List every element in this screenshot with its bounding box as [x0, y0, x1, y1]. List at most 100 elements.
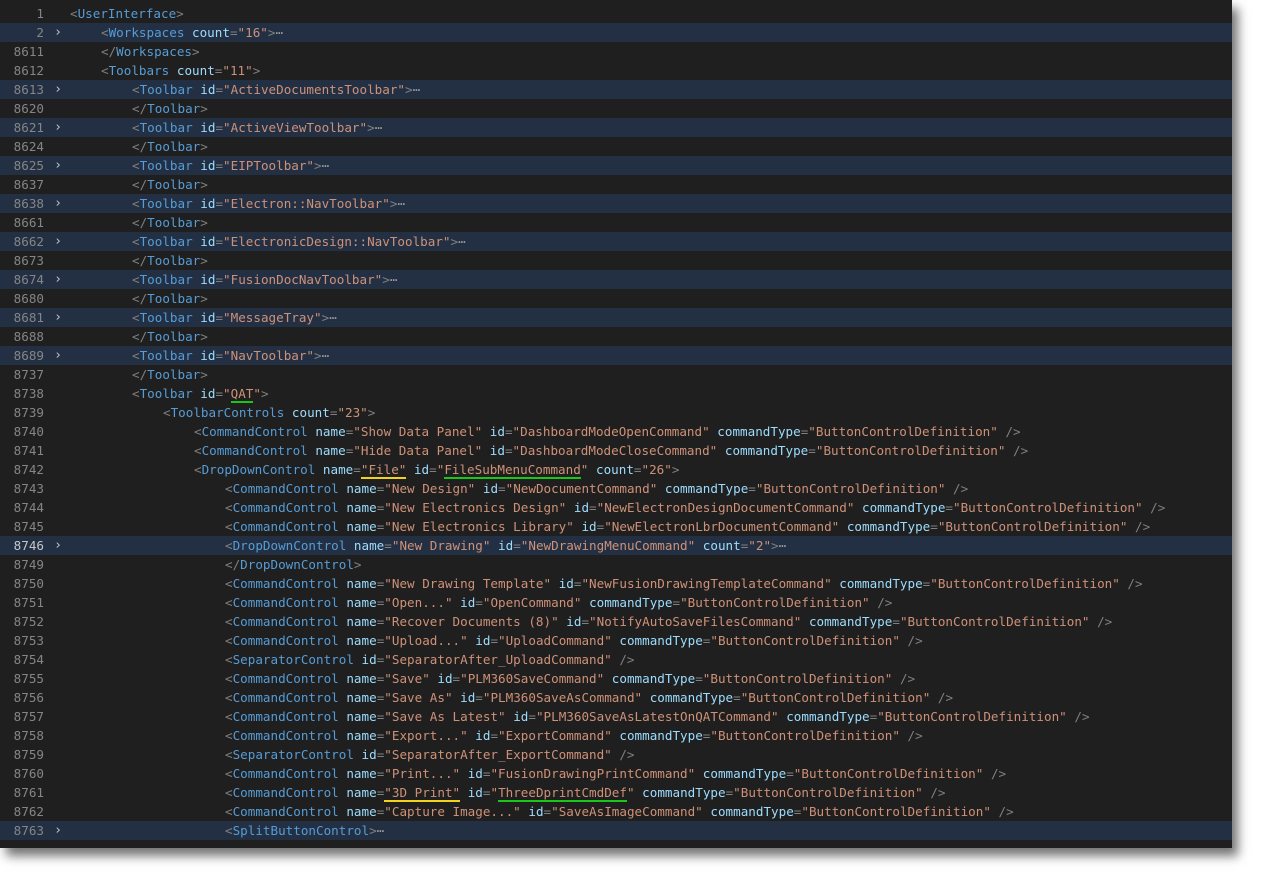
code-text: <CommandControl name="Export..." id="Exp…: [225, 726, 923, 745]
folded-ellipsis[interactable]: ⋯: [275, 25, 283, 40]
code-line[interactable]: 8749 </DropDownControl>: [0, 555, 1232, 574]
folded-ellipsis[interactable]: ⋯: [377, 823, 385, 838]
code-line[interactable]: 8756 <CommandControl name="Save As" id="P…: [0, 688, 1232, 707]
code-text: <CommandControl name="New Design" id="Ne…: [225, 479, 968, 498]
chevron-right-icon[interactable]: ›: [51, 118, 65, 137]
attribute-value: "ActiveViewToolbar": [223, 120, 368, 135]
code-line[interactable]: 8762 <CommandControl name = "Capture Image.…: [0, 802, 1232, 821]
chevron-right-icon[interactable]: ›: [51, 194, 65, 213]
code-line[interactable]: 8750 <CommandControl name="New Drawing Te…: [0, 574, 1232, 593]
code-line[interactable]: 8742 <DropDownControl name="File" id="Fil…: [0, 460, 1232, 479]
code-line[interactable]: 8624 </Toolbar>: [0, 137, 1232, 156]
attribute-name: name: [346, 671, 377, 686]
attribute-name: commandType: [808, 614, 893, 629]
attribute-value: "NewElectronLbrDocumentCommand": [604, 519, 840, 534]
punctuation: <: [132, 272, 140, 287]
code-line[interactable]: 8745 <CommandControl name = "New Electronic…: [0, 517, 1232, 536]
chevron-right-icon[interactable]: ›: [51, 80, 65, 99]
code-line[interactable]: 8688 </Toolbar>: [0, 327, 1232, 346]
folded-ellipsis[interactable]: ⋯: [329, 310, 337, 325]
attribute-value: "NewFusionDrawingTemplateCommand": [581, 576, 832, 591]
chevron-right-icon[interactable]: ›: [51, 536, 65, 555]
chevron-right-icon[interactable]: ›: [51, 23, 65, 42]
chevron-right-icon[interactable]: ›: [51, 346, 65, 365]
punctuation: />: [1005, 424, 1021, 439]
chevron-right-icon[interactable]: ›: [51, 308, 65, 327]
chevron-right-icon[interactable]: ›: [51, 821, 65, 840]
attribute-name: name: [346, 766, 377, 781]
code-line[interactable]: 8754 <SeparatorControl id="SeparatorAfter…: [0, 650, 1232, 669]
attribute-value: "ButtonControlDefinition": [793, 766, 984, 781]
code-line[interactable]: 8662 › <Toolbar id="ElectronicDesign::NavT…: [0, 232, 1232, 251]
code-line[interactable]: 8681 › <Toolbar id="MessageTray">⋯: [0, 308, 1232, 327]
attribute-name: name: [346, 709, 377, 724]
code-line[interactable]: 8743 <CommandControl name = "New Design" id…: [0, 479, 1232, 498]
code-line[interactable]: 8763 › <SplitButtonControl>⋯: [0, 821, 1232, 840]
code-line[interactable]: 8757 <CommandControl name = "Save As Latest…: [0, 707, 1232, 726]
tag-name: Toolbar: [147, 329, 201, 344]
code-line[interactable]: 8759 <SeparatorControl id="SeparatorAfter…: [0, 745, 1232, 764]
code-line[interactable]: 1 <UserInterface>: [0, 4, 1232, 23]
code-line[interactable]: 8744 <CommandControl name = "New Electronic…: [0, 498, 1232, 517]
attribute-name: commandType: [717, 424, 801, 439]
attribute-value: "ButtonControlDefinition": [755, 481, 946, 496]
chevron-right-icon[interactable]: ›: [51, 270, 65, 289]
code-line[interactable]: 8612 <Toolbars count="11">: [0, 61, 1232, 80]
attribute-value: "Recover Documents (8)": [384, 614, 559, 629]
folded-ellipsis[interactable]: ⋯: [322, 158, 330, 173]
punctuation: </: [132, 367, 148, 382]
code-line[interactable]: 8680 </Toolbar>: [0, 289, 1232, 308]
punctuation: <: [101, 63, 109, 78]
tag-name: Toolbar: [139, 82, 193, 97]
code-line[interactable]: 8737 </Toolbar>: [0, 365, 1232, 384]
folded-ellipsis[interactable]: ⋯: [397, 196, 405, 211]
code-line[interactable]: 8673 </Toolbar>: [0, 251, 1232, 270]
attribute-name: id: [361, 747, 377, 762]
attribute-value: "ButtonControlDefinition": [710, 728, 900, 743]
code-line[interactable]: 8638 › <Toolbar id="Electron::NavToolbar">…: [0, 194, 1232, 213]
code-line[interactable]: 8674 › <Toolbar id="FusionDocNavToolbar">⋯: [0, 270, 1232, 289]
code-line[interactable]: 8661 </Toolbar>: [0, 213, 1232, 232]
code-line[interactable]: 8746 › <DropDownControl name="New Drawing"…: [0, 536, 1232, 555]
code-line[interactable]: 8621 › <Toolbar id="ActiveViewToolbar">⋯: [0, 118, 1232, 137]
code-line[interactable]: 8613 › <Toolbar id="ActiveDocumentsToolbar…: [0, 80, 1232, 99]
code-line[interactable]: 8751 <CommandControl name="Open..." id="O…: [0, 593, 1232, 612]
folded-ellipsis[interactable]: ⋯: [413, 82, 421, 97]
code-line[interactable]: 8752 <CommandControl name = "Recover Docume…: [0, 612, 1232, 631]
attribute-value: "ActiveDocumentsToolbar": [223, 82, 406, 97]
code-line[interactable]: 8739 <ToolbarControls count="23">: [0, 403, 1232, 422]
folded-ellipsis[interactable]: ⋯: [458, 234, 466, 249]
chevron-right-icon[interactable]: ›: [51, 156, 65, 175]
attribute-value: "NewDocumentCommand": [505, 481, 658, 496]
attribute-name: id: [460, 595, 476, 610]
code-line[interactable]: 8637 </Toolbar>: [0, 175, 1232, 194]
code-line[interactable]: 8620 </Toolbar>: [0, 99, 1232, 118]
code-line[interactable]: 8740 <CommandControl name = "Show Data Pane…: [0, 422, 1232, 441]
code-line[interactable]: 2 › <Workspaces count="16">⋯: [0, 23, 1232, 42]
code-line[interactable]: 8761 <CommandControl name="3D Print" id="…: [0, 783, 1232, 802]
folded-ellipsis[interactable]: ⋯: [375, 120, 383, 135]
code-line[interactable]: 8753 <CommandControl name="Upload..." id=…: [0, 631, 1232, 650]
punctuation: =: [930, 519, 938, 534]
code-line[interactable]: 8611 </Workspaces>: [0, 42, 1232, 61]
code-text: <CommandControl name="Upload..." id="Upl…: [225, 631, 923, 650]
punctuation: =: [475, 690, 483, 705]
code-text: </Workspaces>: [101, 42, 200, 61]
code-line[interactable]: 8625 › <Toolbar id="EIPToolbar">⋯: [0, 156, 1232, 175]
code-line[interactable]: 8738 <Toolbar id="QAT">: [0, 384, 1232, 403]
code-line[interactable]: 8755 <CommandControl name="Save" id="PLM3…: [0, 669, 1232, 688]
line-number: 8625: [13, 158, 44, 173]
code-line[interactable]: 8758 <CommandControl name="Export..." id=…: [0, 726, 1232, 745]
attribute-name: id: [200, 196, 216, 211]
code-line[interactable]: 8741 <CommandControl name = "Hide Data Pane…: [0, 441, 1232, 460]
code-line[interactable]: 8760 <CommandControl name="Print..." id="…: [0, 764, 1232, 783]
folded-ellipsis[interactable]: ⋯: [390, 272, 398, 287]
punctuation: />: [619, 747, 635, 762]
folded-ellipsis[interactable]: ⋯: [779, 538, 787, 553]
chevron-right-icon[interactable]: ›: [51, 232, 65, 251]
folded-ellipsis[interactable]: ⋯: [322, 348, 330, 363]
code-editor[interactable]: 1 <UserInterface> 2 › <Workspaces count="16"…: [0, 0, 1232, 848]
code-line[interactable]: 8689 › <Toolbar id="NavToolbar">⋯: [0, 346, 1232, 365]
